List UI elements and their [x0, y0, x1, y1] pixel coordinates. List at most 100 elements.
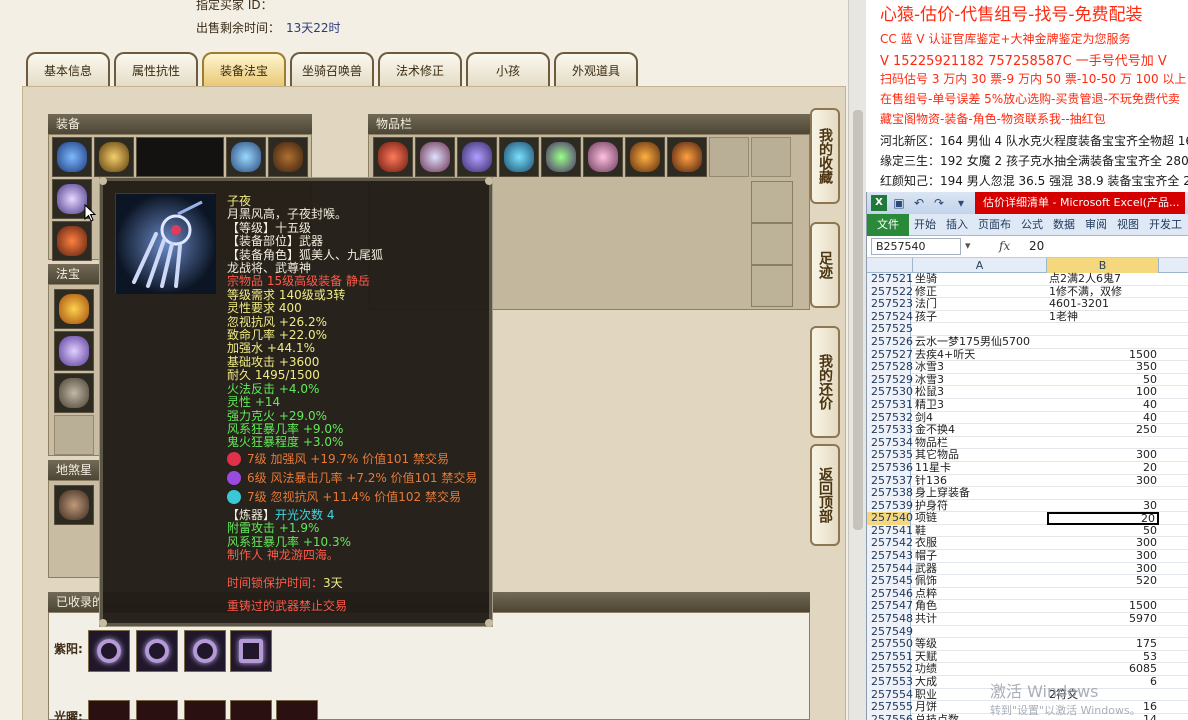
collected-item-4[interactable] — [230, 630, 272, 672]
inventory-item-7[interactable] — [625, 137, 665, 177]
cell-b[interactable]: 6085 — [1047, 663, 1159, 676]
tab-attributes[interactable]: 属性抗性 — [114, 52, 198, 86]
equip-slot-accessory[interactable] — [268, 137, 308, 177]
inventory-item-8[interactable] — [667, 137, 707, 177]
cell-a[interactable]: 法门 — [913, 298, 1047, 311]
cell-b[interactable]: 1老神 — [1047, 310, 1159, 324]
ribbon-tab-file[interactable]: 文件 — [867, 214, 909, 236]
collected-item-9[interactable] — [276, 700, 318, 720]
scrollbar-thumb[interactable] — [853, 110, 863, 530]
ribbon-tab-formulas[interactable]: 公式 — [1016, 214, 1048, 236]
fabao-slot-3[interactable] — [54, 373, 94, 413]
fx-icon[interactable]: fx — [999, 239, 1010, 253]
cell-a[interactable]: 松鼠3 — [913, 386, 1047, 399]
inventory-item-5[interactable] — [541, 137, 581, 177]
column-header-a[interactable]: A — [913, 258, 1047, 273]
cell-a[interactable]: 冰雪3 — [913, 361, 1047, 374]
row-header[interactable]: 257526 — [867, 335, 913, 349]
my-favorites-button[interactable]: 我的收藏 — [810, 108, 840, 204]
row-header[interactable]: 257550 — [867, 638, 913, 651]
cell-a[interactable]: 功绩 — [913, 663, 1047, 676]
customize-toolbar-icon[interactable]: ▾ — [953, 195, 969, 211]
row-header[interactable]: 257538 — [867, 486, 913, 500]
cell-b[interactable]: 300 — [1047, 474, 1159, 488]
ribbon-tab-view[interactable]: 视图 — [1112, 214, 1144, 236]
row-header[interactable]: 257548 — [867, 612, 913, 626]
cell-a[interactable]: 孩子 — [913, 311, 1047, 324]
row-header[interactable]: 257521 — [867, 272, 913, 286]
collected-item-8[interactable] — [230, 700, 272, 720]
cell-a[interactable]: 坐骑 — [913, 273, 1047, 286]
fabao-slot-4[interactable] — [54, 415, 94, 455]
inventory-empty-slot[interactable] — [751, 137, 791, 177]
fabao-slot-2[interactable] — [54, 331, 94, 371]
row-header[interactable]: 257528 — [867, 361, 913, 374]
row-header[interactable]: 257545 — [867, 575, 913, 588]
ribbon-tab-home[interactable]: 开始 — [909, 214, 941, 236]
cell-a[interactable]: 物品栏 — [913, 437, 1047, 450]
cell-b[interactable]: 40 — [1047, 398, 1159, 412]
row-header[interactable]: 257531 — [867, 398, 913, 412]
collected-item-5[interactable] — [88, 700, 130, 720]
inventory-item-2[interactable] — [415, 137, 455, 177]
cell-a[interactable]: 冰雪3 — [913, 374, 1047, 387]
undo-icon[interactable]: ↶ — [911, 195, 927, 211]
equip-slot-helmet[interactable] — [52, 137, 92, 177]
cell-b[interactable]: 4601-3201 — [1047, 298, 1159, 311]
collected-item-1[interactable] — [88, 630, 130, 672]
collected-item-7[interactable] — [184, 700, 226, 720]
inventory-empty-slot[interactable] — [709, 137, 749, 177]
ribbon-tab-page-layout[interactable]: 页面布 — [973, 214, 1016, 236]
row-header[interactable]: 257533 — [867, 424, 913, 437]
equip-slot-necklace[interactable] — [94, 137, 134, 177]
inventory-item-3[interactable] — [457, 137, 497, 177]
my-counteroffer-button[interactable]: 我的还价 — [810, 326, 840, 438]
cell-a[interactable]: 项链 — [913, 512, 1047, 525]
cell-a[interactable]: 云水一梦175男仙5700 — [913, 336, 1047, 349]
vertical-scrollbar[interactable] — [848, 0, 866, 720]
cell-a[interactable]: 鞋 — [913, 525, 1047, 538]
cell-a[interactable]: 等级 — [913, 638, 1047, 651]
cell-a[interactable]: 身上穿装备 — [913, 487, 1047, 500]
cell-a[interactable]: 11星卡 — [913, 462, 1047, 475]
inventory-empty-slot[interactable] — [751, 223, 793, 265]
cell-b[interactable]: 250 — [1047, 424, 1159, 437]
inventory-item-1[interactable] — [373, 137, 413, 177]
tab-spell-correction[interactable]: 法术修正 — [378, 52, 462, 86]
name-box[interactable]: B257540 — [871, 238, 961, 255]
inventory-item-4[interactable] — [499, 137, 539, 177]
ribbon-tab-insert[interactable]: 插入 — [941, 214, 973, 236]
cell-a[interactable]: 角色 — [913, 600, 1047, 613]
cell-a[interactable]: 天赋 — [913, 651, 1047, 664]
ribbon-tab-data[interactable]: 数据 — [1048, 214, 1080, 236]
cell-b[interactable]: 350 — [1047, 361, 1159, 374]
tab-appearance[interactable]: 外观道具 — [554, 52, 638, 86]
cell-b[interactable]: 30 — [1047, 499, 1159, 513]
row-header[interactable]: 257553 — [867, 675, 913, 689]
save-icon[interactable]: ▣ — [891, 195, 907, 211]
formula-input[interactable]: 20 — [1029, 239, 1044, 253]
back-to-top-button[interactable]: 返回顶部 — [810, 444, 840, 546]
cell-b[interactable]: 300 — [1047, 549, 1159, 563]
cell-a[interactable]: 其它物品 — [913, 449, 1047, 462]
select-all-corner[interactable] — [867, 258, 913, 273]
footprint-button[interactable]: 足迹 — [810, 222, 840, 308]
cell-a[interactable]: 帽子 — [913, 550, 1047, 563]
cell-b[interactable]: 20 — [1047, 461, 1159, 475]
ribbon-tab-review[interactable]: 审阅 — [1080, 214, 1112, 236]
tab-equipment[interactable]: 装备法宝 — [202, 52, 286, 86]
tab-mounts-pets[interactable]: 坐骑召唤兽 — [290, 52, 374, 86]
cell-b[interactable]: 5970 — [1047, 612, 1159, 626]
inventory-empty-slot[interactable] — [751, 181, 793, 223]
row-header[interactable]: 257536 — [867, 461, 913, 475]
ribbon-tab-developer[interactable]: 开发工 — [1144, 214, 1187, 236]
collected-item-2[interactable] — [136, 630, 178, 672]
inventory-empty-slot[interactable] — [751, 265, 793, 307]
cell-a[interactable]: 共计 — [913, 613, 1047, 626]
cell-b[interactable]: 520 — [1047, 575, 1159, 588]
collected-item-6[interactable] — [136, 700, 178, 720]
cell-a[interactable]: 去疾4+听天 — [913, 349, 1047, 362]
row-header[interactable]: 257543 — [867, 549, 913, 563]
cell-a[interactable]: 精卫3 — [913, 399, 1047, 412]
row-header[interactable]: 257555 — [867, 701, 913, 714]
